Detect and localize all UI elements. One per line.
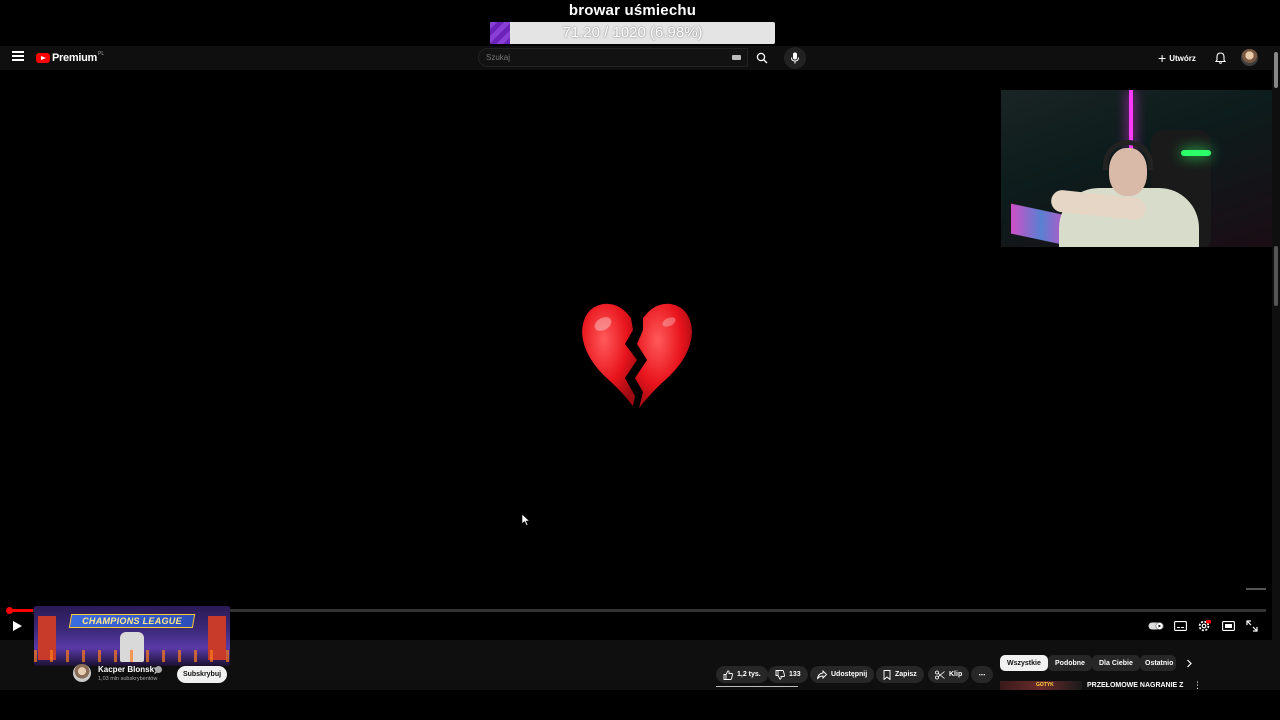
thumbs-down-icon (775, 669, 785, 680)
broken-heart-icon (582, 303, 692, 408)
logo-text: Premium (52, 52, 97, 64)
endscreen-video-thumbnail[interactable]: CHAMPIONS LEAGUE (34, 606, 230, 666)
webcam-overlay (1001, 90, 1279, 247)
more-icon: ⋯ (978, 671, 986, 679)
recommended-video-thumbnail[interactable]: GOTYK (1000, 681, 1082, 690)
recommended-thumb-text: GOTYK (1036, 682, 1054, 688)
share-label: Udostępnij (831, 671, 868, 678)
youtube-logo[interactable]: Premium PL (36, 50, 104, 66)
subtitles-icon[interactable] (1172, 618, 1188, 634)
search-box (478, 48, 748, 67)
progress-scrubber[interactable] (6, 607, 13, 614)
keyboard-icon[interactable] (732, 55, 741, 60)
mouse-cursor-icon (521, 514, 531, 526)
dislike-button[interactable]: 133 (768, 666, 808, 683)
subscribe-button[interactable]: Subskrybuj (177, 666, 227, 683)
bell-icon (1214, 52, 1226, 64)
chip-recent[interactable]: Ostatnio (1140, 655, 1176, 671)
youtube-logo-icon (36, 53, 50, 63)
masthead: Premium PL + Utwórz (0, 46, 1272, 70)
settings-icon[interactable] (1196, 618, 1212, 634)
mic-icon (791, 52, 799, 64)
autoplay-toggle[interactable] (1148, 618, 1164, 634)
voice-search-button[interactable] (784, 47, 806, 69)
like-button[interactable]: 1,2 tys. (716, 666, 768, 683)
goal-title: browar uśmiechu (568, 2, 697, 19)
clip-button[interactable]: Klip (928, 666, 970, 683)
fullscreen-icon[interactable] (1244, 618, 1260, 634)
chevron-right-icon[interactable] (1182, 656, 1196, 670)
create-button[interactable]: + Utwórz (1158, 49, 1196, 67)
goal-progress-bar: 71.20 / 1020 (6.98%) (490, 22, 775, 44)
avatar[interactable] (1241, 49, 1258, 66)
scrollbar[interactable] (1272, 46, 1280, 690)
dislike-count: 133 (789, 671, 801, 678)
create-label: Utwórz (1169, 53, 1196, 63)
goal-progress-text: 71.20 / 1020 (6.98%) (562, 24, 703, 41)
logo-region: PL (97, 50, 105, 57)
channel-name[interactable]: Kacper Blonsky (98, 665, 158, 674)
stream-goal-overlay: browar uśmiechu 71.20 / 1020 (6.98%) (490, 0, 775, 46)
search-button[interactable] (750, 48, 774, 67)
more-actions-button[interactable]: ⋯ (971, 666, 993, 683)
play-icon[interactable] (10, 619, 24, 633)
like-count: 1,2 tys. (737, 671, 761, 678)
channel-subscriber-count: 1,03 mln subskrybentów (98, 676, 158, 682)
channel-avatar[interactable] (73, 664, 91, 682)
endscreen-banner-text: CHAMPIONS LEAGUE (82, 616, 182, 626)
share-button[interactable]: Udostępnij (810, 666, 875, 683)
save-button[interactable]: Zapisz (876, 666, 924, 683)
plus-icon: + (1158, 50, 1167, 66)
clip-label: Klip (949, 671, 963, 678)
search-input[interactable] (479, 49, 719, 66)
menu-icon[interactable] (12, 51, 24, 63)
notifications-button[interactable] (1212, 50, 1228, 66)
bottom-black-bar (0, 690, 1280, 720)
chip-for-you[interactable]: Dla Ciebie (1092, 655, 1140, 671)
screen: browar uśmiechu 71.20 / 1020 (6.98%) Pre… (0, 0, 1280, 720)
verified-icon (155, 666, 162, 673)
recommended-video-title[interactable]: PRZEŁOMOWE NAGRANIE Z (1087, 682, 1183, 689)
scrollbar-thumb-secondary[interactable] (1274, 246, 1278, 306)
chip-similar[interactable]: Podobne (1048, 655, 1092, 671)
like-ratio-bar (716, 686, 798, 687)
chip-all[interactable]: Wszystkie (1000, 655, 1048, 671)
thumbs-up-icon (723, 669, 733, 680)
theater-mode-icon[interactable] (1220, 618, 1236, 634)
scrollbar-thumb[interactable] (1274, 52, 1278, 88)
bookmark-icon (883, 669, 891, 680)
overlay-marker (1246, 588, 1266, 590)
scissors-icon (935, 670, 945, 679)
search-icon (756, 52, 768, 63)
save-label: Zapisz (895, 671, 917, 678)
share-icon (817, 669, 827, 679)
